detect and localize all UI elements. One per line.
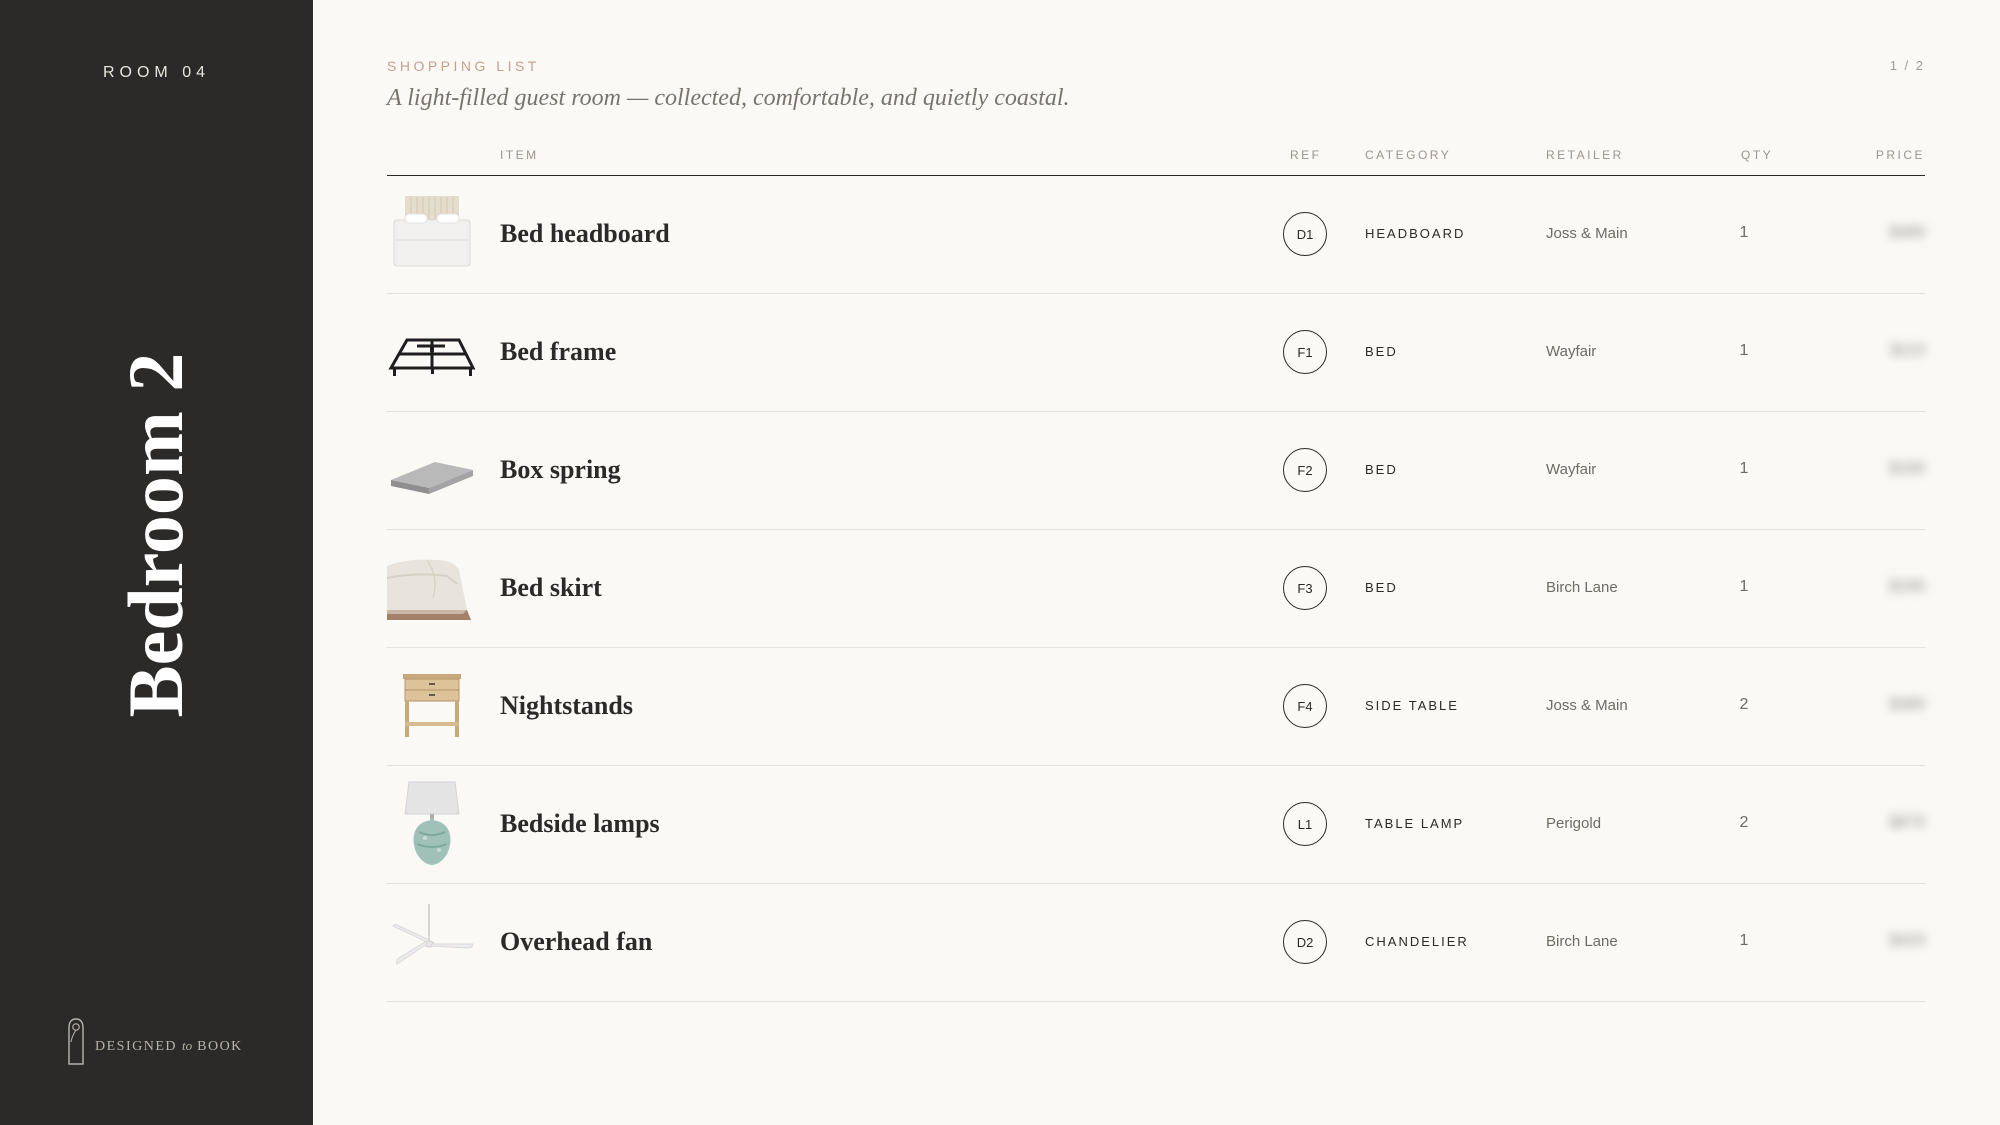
designed-to-book-logo: DESIGNED to BOOK [66,1016,286,1068]
item-price: $169 [1889,460,1925,477]
item-price: $119 [1890,342,1925,359]
table-lamp-thumbnail [387,780,477,868]
room-name: Bedroom 2 [112,352,199,718]
item-price: $429 [1889,932,1925,949]
item-name: Overhead fan [500,927,653,956]
nightstand-thumbnail [387,666,477,746]
ref-badge: F3 [1283,566,1327,610]
column-header-qty: QTY [1741,148,1774,162]
ceiling-fan-thumbnail [387,902,477,982]
item-quantity: 1 [1739,342,1749,359]
ref-badge: F2 [1283,448,1327,492]
item-name: Bed frame [500,337,617,366]
page-number: 1 / 2 [1889,58,1925,73]
item-price: $389 [1889,696,1925,713]
table-row[interactable]: Bed frame F1 BED Wayfair 1 $119 [387,294,1925,412]
table-row[interactable]: Bed headboard D1 HEADBOARD Joss & Main 1… [387,176,1925,294]
item-name: Bed skirt [500,573,602,602]
item-price: $189 [1889,578,1925,595]
item-retailer[interactable]: Joss & Main [1546,225,1628,242]
bed-frame-thumbnail [387,312,477,392]
ref-badge: D2 [1283,920,1327,964]
main-content: SHOPPING LIST 1 / 2 A light-filled guest… [387,0,1925,1125]
shopping-list-table: ITEM REF CATEGORY RETAILER QTY PRICE Bed… [387,140,1925,1002]
item-quantity: 1 [1739,578,1749,595]
door-hanger-icon [68,1018,84,1065]
item-category: TABLE LAMP [1365,816,1465,831]
item-category: CHANDELIER [1365,934,1469,949]
column-header-item: ITEM [500,148,539,162]
column-header-category: CATEGORY [1365,148,1452,162]
item-retailer[interactable]: Joss & Main [1546,697,1628,714]
tagline: A light-filled guest room — collected, c… [387,85,1070,111]
table-row[interactable]: Overhead fan D2 CHANDELIER Birch Lane 1 … [387,884,1925,1002]
item-retailer[interactable]: Perigold [1546,815,1601,832]
item-quantity: 1 [1739,932,1749,949]
room-label: ROOM 04 [102,64,210,81]
item-price: $879 [1889,814,1925,831]
column-header-retailer: RETAILER [1546,148,1624,162]
item-price: $489 [1889,224,1925,241]
table-row[interactable]: Box spring F2 BED Wayfair 1 $169 [387,412,1925,530]
item-retailer[interactable]: Birch Lane [1546,933,1618,950]
ref-badge: L1 [1283,802,1327,846]
bed-skirt-thumbnail [387,548,477,628]
table-row[interactable]: Nightstands F4 SIDE TABLE Joss & Main 2 … [387,648,1925,766]
column-header-price: PRICE [1875,148,1925,162]
item-name: Bed headboard [500,219,670,248]
item-name: Box spring [500,455,621,484]
section-kicker: SHOPPING LIST [387,58,540,74]
ref-badge: F4 [1283,684,1327,728]
item-category: BED [1365,344,1398,359]
item-quantity: 1 [1739,224,1749,241]
table-row[interactable]: Bed skirt F3 BED Birch Lane 1 $189 [387,530,1925,648]
sidebar: ROOM 04 Bedroom 2 DESIGNED to BOOK [0,0,313,1125]
item-quantity: 1 [1739,460,1749,477]
item-quantity: 2 [1739,696,1749,713]
item-name: Bedside lamps [500,809,660,838]
item-retailer[interactable]: Wayfair [1546,461,1596,478]
box-spring-thumbnail [387,430,477,510]
ref-badge: F1 [1283,330,1327,374]
headboard-thumbnail [387,194,477,274]
ref-badge: D1 [1283,212,1327,256]
table-header: ITEM REF CATEGORY RETAILER QTY PRICE [387,140,1925,176]
logo-wordmark: DESIGNED to BOOK [95,1038,243,1054]
column-header-ref: REF [1290,148,1322,162]
item-retailer[interactable]: Birch Lane [1546,579,1618,596]
item-category: BED [1365,462,1398,477]
item-retailer[interactable]: Wayfair [1546,343,1596,360]
item-quantity: 2 [1739,814,1749,831]
item-category: SIDE TABLE [1365,698,1459,713]
item-category: BED [1365,580,1398,595]
item-name: Nightstands [500,691,633,720]
item-category: HEADBOARD [1365,226,1466,241]
table-row[interactable]: Bedside lamps L1 TABLE LAMP Perigold 2 $… [387,766,1925,884]
